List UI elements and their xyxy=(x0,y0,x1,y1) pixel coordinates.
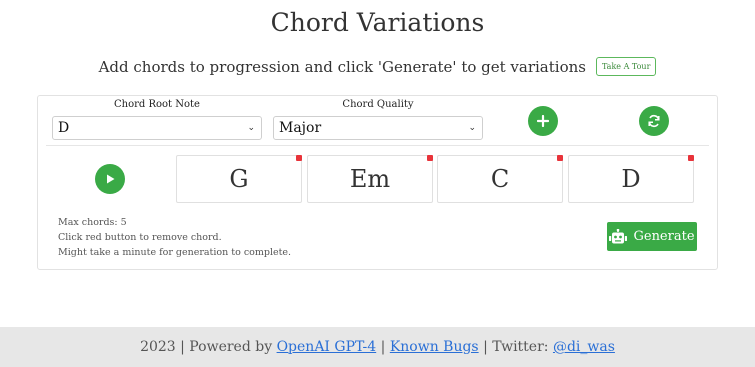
chord-card[interactable]: D xyxy=(568,155,694,203)
generate-button[interactable]: Generate xyxy=(607,222,697,251)
chord-name: C xyxy=(490,165,510,193)
chevron-down-icon: ⌄ xyxy=(468,123,476,133)
chord-card[interactable]: G xyxy=(176,155,302,203)
chevron-down-icon: ⌄ xyxy=(247,123,255,133)
footer-twitter-label: | Twitter: xyxy=(478,339,553,355)
chord-builder-card: Chord Root Note D ⌄ Chord Quality Major … xyxy=(37,95,718,270)
chord-name: Em xyxy=(349,165,391,193)
remove-chord-button[interactable] xyxy=(688,155,694,161)
refresh-button[interactable] xyxy=(639,106,669,136)
subtitle-row: Add chords to progression and click 'Gen… xyxy=(0,57,755,76)
robot-icon xyxy=(609,228,628,243)
chord-quality-select[interactable]: Major ⌄ xyxy=(273,116,483,140)
openai-link[interactable]: OpenAI GPT-4 xyxy=(277,339,377,355)
take-a-tour-button[interactable]: Take A Tour xyxy=(595,57,657,76)
refresh-icon xyxy=(648,114,660,128)
footer: 2023 | Powered by OpenAI GPT-4 | Known B… xyxy=(0,327,755,367)
generate-label: Generate xyxy=(633,229,695,244)
remove-chord-button[interactable] xyxy=(557,155,563,161)
chord-quality-value: Major xyxy=(279,120,322,136)
chord-card[interactable]: C xyxy=(437,155,563,203)
page-subtitle: Add chords to progression and click 'Gen… xyxy=(98,57,586,76)
footer-prefix: 2023 | Powered by xyxy=(140,339,277,355)
plus-icon xyxy=(537,115,549,127)
play-icon xyxy=(107,174,115,184)
divider xyxy=(46,145,709,146)
page-title: Chord Variations xyxy=(270,8,485,37)
footer-separator: | xyxy=(376,339,390,355)
chord-name: G xyxy=(229,165,249,193)
twitter-link[interactable]: @di_was xyxy=(553,339,615,355)
note-remove-chord: Click red button to remove chord. xyxy=(58,232,222,243)
chord-name: D xyxy=(621,165,641,193)
chord-root-select[interactable]: D ⌄ xyxy=(52,116,262,140)
play-button[interactable] xyxy=(95,164,125,194)
usage-notes: Max chords: 5 Click red button to remove… xyxy=(58,215,291,260)
chord-card[interactable]: Em xyxy=(307,155,433,203)
note-max-chords: Max chords: 5 xyxy=(58,217,127,228)
known-bugs-link[interactable]: Known Bugs xyxy=(390,339,479,355)
add-chord-button[interactable] xyxy=(528,106,558,136)
chord-root-label: Chord Root Note xyxy=(114,99,200,110)
chord-root-value: D xyxy=(58,120,70,136)
chord-quality-label: Chord Quality xyxy=(342,99,414,110)
remove-chord-button[interactable] xyxy=(296,155,302,161)
note-generation-time: Might take a minute for generation to co… xyxy=(58,247,292,258)
remove-chord-button[interactable] xyxy=(427,155,433,161)
